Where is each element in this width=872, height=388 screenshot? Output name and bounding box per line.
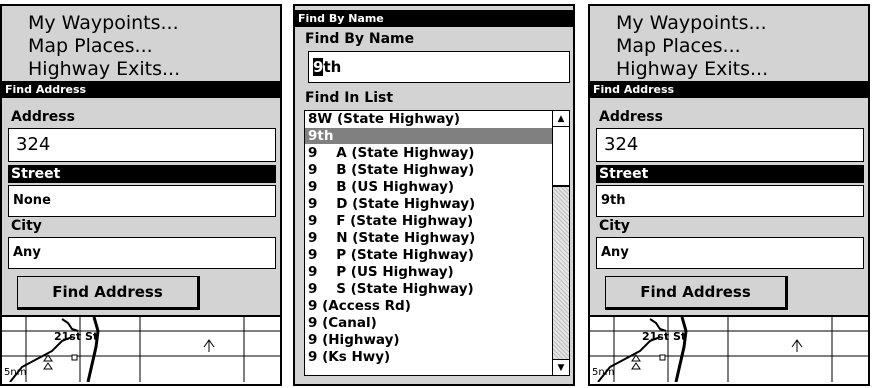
list-item[interactable]: 9th <box>305 128 553 144</box>
menu-item-my-waypoints[interactable]: My Waypoints... <box>616 12 767 34</box>
list-item[interactable]: 9 (Access Rd) <box>308 298 411 314</box>
name-search-text: th <box>323 58 342 76</box>
address-label: Address <box>11 109 75 125</box>
street-label: Street <box>596 165 864 183</box>
find-address-button[interactable]: Find Address <box>17 276 200 310</box>
map-scale: 5nm <box>4 367 27 378</box>
find-by-name-label: Find By Name <box>305 31 415 47</box>
list-item[interactable]: 9 S (State Highway) <box>308 281 474 297</box>
scroll-up-arrow-icon[interactable]: ▲ <box>553 111 569 127</box>
list-item[interactable]: 9 (Ks Hwy) <box>308 349 390 365</box>
list-item[interactable]: 9 (Canal) <box>308 315 377 331</box>
list-item[interactable]: 9 D (State Highway) <box>308 196 475 212</box>
find-address-panel-right: My Waypoints... Map Places... Highway Ex… <box>588 4 870 386</box>
menu-item-map-places[interactable]: Map Places... <box>616 35 741 57</box>
find-address-panel-left: My Waypoints... Map Places... Highway Ex… <box>0 4 282 386</box>
map-street-label: 21st St <box>54 330 99 343</box>
menu-item-my-waypoints[interactable]: My Waypoints... <box>28 12 179 34</box>
list-item[interactable]: 9 N (State Highway) <box>308 230 475 246</box>
list-item[interactable]: 9 P (State Highway) <box>308 247 474 263</box>
dialog-title-bar: Find Address <box>2 81 280 98</box>
menu-item-highway-exits[interactable]: Highway Exits... <box>28 58 180 80</box>
list-item[interactable]: 8W (State Highway) <box>308 111 460 127</box>
street-field[interactable]: None <box>8 185 276 217</box>
address-label: Address <box>599 109 663 125</box>
find-address-button[interactable]: Find Address <box>605 276 788 310</box>
text-cursor: 9 <box>313 58 324 76</box>
city-field[interactable]: Any <box>596 237 864 269</box>
address-field[interactable]: 324 <box>8 128 276 162</box>
find-by-name-panel: Find By Name Find By Name 9th Find In Li… <box>293 4 575 386</box>
list-item[interactable]: 9 B (US Highway) <box>308 179 454 195</box>
list-item[interactable]: 9 F (State Highway) <box>308 213 473 229</box>
map-preview: 21st St 5nm <box>2 315 280 384</box>
dialog-title-bar: Find Address <box>590 81 868 98</box>
address-field[interactable]: 324 <box>596 128 864 162</box>
results-list[interactable]: 8W (State Highway) 9th 9 A (State Highway)… <box>304 110 570 376</box>
list-item[interactable]: 9 A (State Highway) <box>308 145 474 161</box>
list-item[interactable]: 9 (Highway) <box>308 332 400 348</box>
city-label: City <box>599 218 630 234</box>
list-item[interactable]: 9 B (State Highway) <box>308 162 474 178</box>
name-search-input[interactable]: 9th <box>308 51 570 83</box>
scroll-down-arrow-icon[interactable]: ▼ <box>553 359 569 375</box>
map-preview: 21st St 5nm <box>590 315 868 384</box>
find-in-list-label: Find In List <box>305 90 394 106</box>
menu-item-highway-exits[interactable]: Highway Exits... <box>616 58 768 80</box>
street-label: Street <box>8 165 276 183</box>
city-label: City <box>11 218 42 234</box>
map-scale: 5nm <box>592 367 615 378</box>
map-street-label: 21st St <box>642 330 687 343</box>
street-field[interactable]: 9th <box>596 185 864 217</box>
dialog-title-bar: Find By Name <box>295 10 573 27</box>
menu-item-map-places[interactable]: Map Places... <box>28 35 153 57</box>
list-item[interactable]: 9 P (US Highway) <box>308 264 454 280</box>
scroll-thumb[interactable] <box>553 127 569 187</box>
city-field[interactable]: Any <box>8 237 276 269</box>
scrollbar[interactable]: ▲ ▼ <box>552 111 569 375</box>
